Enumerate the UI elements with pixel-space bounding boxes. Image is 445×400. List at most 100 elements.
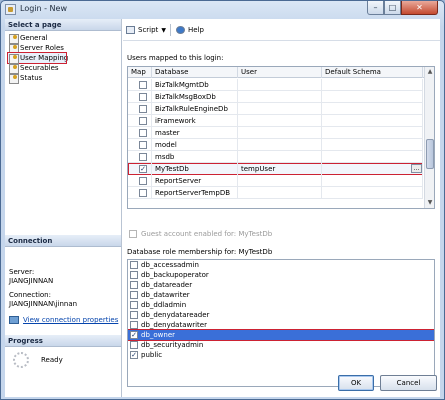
table-row[interactable]: iFramework [128, 115, 423, 127]
role-name: db_datareader [141, 281, 193, 289]
ok-button[interactable]: OK [338, 375, 374, 391]
map-checkbox[interactable] [139, 93, 147, 101]
map-cell [128, 151, 152, 163]
script-button[interactable]: Script ▼ [126, 24, 166, 36]
page-item-status[interactable]: Status [8, 73, 118, 84]
map-checkbox[interactable] [139, 189, 147, 197]
list-item[interactable]: ✓ db_owner [128, 329, 434, 341]
role-checkbox[interactable] [130, 261, 138, 269]
default-schema-cell[interactable] [322, 79, 423, 91]
default-schema-cell[interactable] [322, 139, 423, 151]
list-item[interactable]: db_datareader [128, 280, 434, 290]
map-checkbox[interactable] [139, 81, 147, 89]
map-cell [128, 187, 152, 199]
database-cell[interactable]: BizTalkMgmtDb [152, 79, 238, 91]
database-cell[interactable]: msdb [152, 151, 238, 163]
column-header-database[interactable]: Database [152, 67, 238, 78]
page-item-label: Securables [20, 64, 59, 72]
table-row[interactable]: master [128, 127, 423, 139]
default-schema-cell[interactable] [322, 175, 423, 187]
table-row[interactable]: ReportServer [128, 175, 423, 187]
user-cell[interactable] [238, 103, 322, 115]
list-item[interactable]: db_backupoperator [128, 270, 434, 280]
role-checkbox[interactable] [130, 341, 138, 349]
database-cell[interactable]: ReportServerTempDB [152, 187, 238, 199]
table-row[interactable]: model [128, 139, 423, 151]
default-schema-cell[interactable] [322, 163, 423, 175]
role-checkbox[interactable] [130, 301, 138, 309]
user-cell[interactable]: tempUser [238, 163, 322, 175]
map-checkbox[interactable]: ✓ [139, 165, 147, 173]
map-checkbox[interactable] [139, 141, 147, 149]
list-item[interactable]: db_securityadmin [128, 340, 434, 350]
map-checkbox[interactable] [139, 129, 147, 137]
list-item[interactable]: db_denydatawriter [128, 320, 434, 330]
list-item[interactable]: db_accessadmin [128, 260, 434, 270]
map-checkbox[interactable] [139, 153, 147, 161]
map-cell [128, 79, 152, 91]
user-cell[interactable] [238, 115, 322, 127]
role-checkbox[interactable] [130, 271, 138, 279]
map-checkbox[interactable] [139, 105, 147, 113]
column-header-default-schema[interactable]: Default Schema [322, 67, 423, 78]
table-row[interactable]: ✓ MyTestDb tempUser... [128, 163, 423, 175]
role-checkbox[interactable] [130, 281, 138, 289]
default-schema-cell[interactable] [322, 103, 423, 115]
page-item-server-roles[interactable]: Server Roles [8, 43, 118, 54]
page-item-general[interactable]: General [8, 33, 118, 44]
database-cell[interactable]: iFramework [152, 115, 238, 127]
default-schema-cell[interactable] [322, 115, 423, 127]
grid-vertical-scrollbar[interactable]: ▲ ▼ [424, 67, 434, 208]
column-header-user[interactable]: User [238, 67, 322, 78]
list-item[interactable]: db_datawriter [128, 290, 434, 300]
database-cell[interactable]: ReportServer [152, 175, 238, 187]
map-checkbox[interactable] [139, 117, 147, 125]
cancel-button[interactable]: Cancel [380, 375, 437, 391]
list-item[interactable]: db_ddladmin [128, 300, 434, 310]
role-checkbox[interactable] [130, 311, 138, 319]
title-bar[interactable]: Login - New – □ ✕ [1, 1, 444, 19]
default-schema-cell[interactable] [322, 91, 423, 103]
default-schema-cell[interactable] [322, 127, 423, 139]
view-connection-properties-link[interactable]: View connection properties [9, 315, 118, 325]
role-checkbox[interactable]: ✓ [130, 331, 138, 339]
page-item-securables[interactable]: Securables [8, 63, 118, 74]
user-cell[interactable] [238, 127, 322, 139]
list-item[interactable]: db_denydatareader [128, 310, 434, 320]
close-button[interactable]: ✕ [401, 1, 438, 15]
database-cell[interactable]: model [152, 139, 238, 151]
user-cell[interactable] [238, 187, 322, 199]
user-cell[interactable] [238, 175, 322, 187]
database-cell[interactable]: BizTalkMsgBoxDb [152, 91, 238, 103]
page-item-user-mapping[interactable]: User Mapping [7, 52, 68, 64]
default-schema-cell[interactable] [322, 187, 423, 199]
list-item[interactable]: ✓ public [128, 350, 434, 360]
minimize-button[interactable]: – [367, 1, 384, 15]
database-cell[interactable]: MyTestDb [152, 163, 238, 175]
role-checkbox[interactable] [130, 291, 138, 299]
table-row[interactable]: BizTalkMsgBoxDb [128, 91, 423, 103]
role-checkbox[interactable]: ✓ [130, 351, 138, 359]
maximize-button[interactable]: □ [384, 1, 401, 15]
role-name: db_denydatawriter [141, 321, 207, 329]
scroll-down-arrow-icon[interactable]: ▼ [425, 198, 434, 208]
table-row[interactable]: BizTalkRuleEngineDb [128, 103, 423, 115]
help-button[interactable]: Help [176, 24, 204, 36]
table-row[interactable]: msdb [128, 151, 423, 163]
schema-browse-button[interactable]: ... [411, 164, 422, 173]
role-checkbox[interactable] [130, 321, 138, 329]
database-cell[interactable]: BizTalkRuleEngineDb [152, 103, 238, 115]
left-pane: Select a page General Server Roles User … [5, 19, 122, 397]
user-cell[interactable] [238, 151, 322, 163]
database-cell[interactable]: master [152, 127, 238, 139]
scroll-up-arrow-icon[interactable]: ▲ [425, 67, 434, 77]
column-header-map[interactable]: Map [128, 67, 152, 78]
user-cell[interactable] [238, 139, 322, 151]
user-cell[interactable] [238, 91, 322, 103]
table-row[interactable]: BizTalkMgmtDb [128, 79, 423, 91]
scroll-thumb[interactable] [426, 139, 434, 169]
default-schema-cell[interactable] [322, 151, 423, 163]
table-row[interactable]: ReportServerTempDB [128, 187, 423, 199]
user-cell[interactable] [238, 79, 322, 91]
map-checkbox[interactable] [139, 177, 147, 185]
